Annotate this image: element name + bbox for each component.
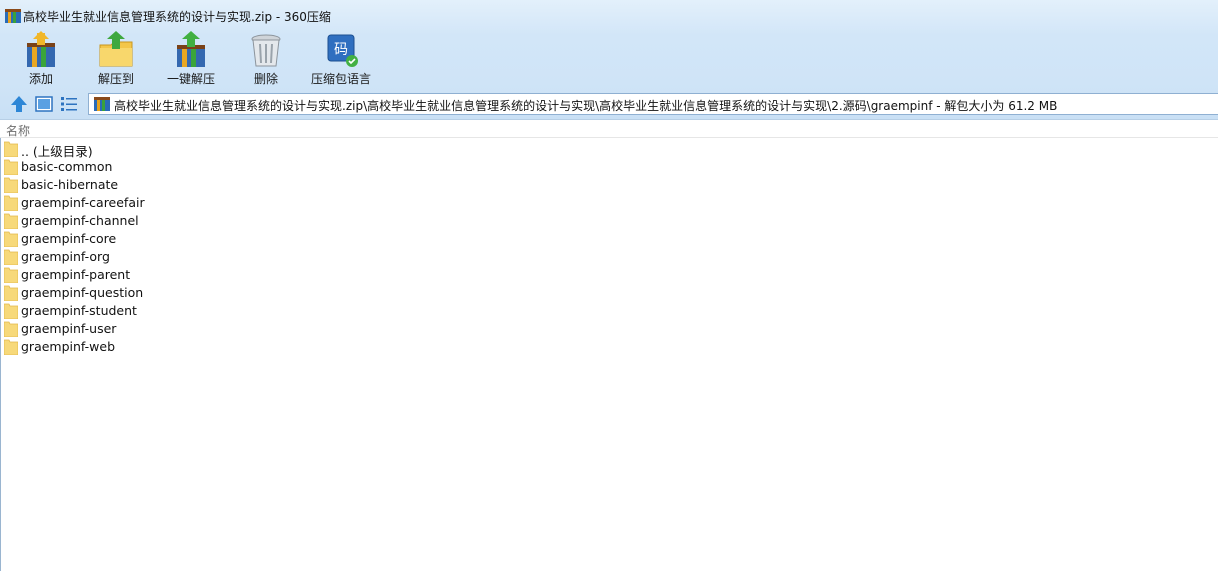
add-label: 添加 bbox=[28, 72, 53, 86]
list-item[interactable]: graempinf-core bbox=[0, 230, 400, 248]
add-archive-icon bbox=[27, 31, 55, 67]
file-name: graempinf-careefair bbox=[21, 195, 145, 210]
folder-icon bbox=[4, 249, 18, 265]
archive-language-button[interactable]: 码 压缩包语言 bbox=[306, 30, 376, 88]
thumbnail-view-icon[interactable] bbox=[34, 94, 54, 114]
folder-icon bbox=[4, 303, 18, 319]
extract-to-label: 解压到 bbox=[97, 72, 134, 86]
list-item[interactable]: graempinf-student bbox=[0, 302, 400, 320]
delete-trash-icon bbox=[251, 34, 281, 67]
file-name: basic-common bbox=[21, 159, 113, 174]
delete-button[interactable]: 删除 bbox=[231, 30, 301, 88]
file-name: basic-hibernate bbox=[21, 177, 119, 192]
list-item[interactable]: graempinf-channel bbox=[0, 212, 400, 230]
folder-icon bbox=[4, 231, 18, 247]
extract-to-icon bbox=[99, 31, 133, 67]
window-title: 高校毕业生就业信息管理系统的设计与实现.zip - 360压缩 bbox=[23, 10, 331, 24]
folder-icon bbox=[4, 267, 18, 283]
address-bar[interactable]: 高校毕业生就业信息管理系统的设计与实现.zip\高校毕业生就业信息管理系统的设计… bbox=[88, 93, 1218, 115]
list-item[interactable]: graempinf-careefair bbox=[0, 194, 400, 212]
navigation-row: 高校毕业生就业信息管理系统的设计与实现.zip\高校毕业生就业信息管理系统的设计… bbox=[0, 92, 1218, 116]
list-item[interactable]: graempinf-org bbox=[0, 248, 400, 266]
folder-icon bbox=[4, 213, 18, 229]
file-name: graempinf-parent bbox=[21, 267, 131, 282]
one-click-extract-label: 一键解压 bbox=[166, 72, 215, 86]
file-name: graempinf-org bbox=[21, 249, 110, 264]
list-item[interactable]: graempinf-user bbox=[0, 320, 400, 338]
address-path: 高校毕业生就业信息管理系统的设计与实现.zip\高校毕业生就业信息管理系统的设计… bbox=[114, 99, 1058, 113]
archive-icon bbox=[94, 97, 110, 111]
title-bar: 高校毕业生就业信息管理系统的设计与实现.zip - 360压缩 bbox=[0, 0, 1218, 30]
file-name: graempinf-user bbox=[21, 321, 117, 336]
column-name-header[interactable]: 名称 bbox=[6, 122, 30, 139]
list-item[interactable]: graempinf-parent bbox=[0, 266, 400, 284]
folder-icon bbox=[4, 177, 18, 193]
list-item[interactable]: basic-hibernate bbox=[0, 176, 400, 194]
extract-to-button[interactable]: 解压到 bbox=[81, 30, 151, 88]
folder-icon bbox=[4, 339, 18, 355]
list-item[interactable]: basic-common bbox=[0, 158, 400, 176]
list-view-icon[interactable] bbox=[59, 94, 79, 114]
add-button[interactable]: 添加 bbox=[6, 30, 76, 88]
file-name: graempinf-student bbox=[21, 303, 137, 318]
archive-language-label: 压缩包语言 bbox=[310, 72, 371, 86]
file-name: graempinf-channel bbox=[21, 213, 139, 228]
folder-icon bbox=[4, 141, 18, 157]
file-name: graempinf-core bbox=[21, 231, 117, 246]
one-click-extract-button[interactable]: 一键解压 bbox=[156, 30, 226, 88]
up-arrow-icon[interactable] bbox=[9, 94, 29, 114]
window-chrome: 高校毕业生就业信息管理系统的设计与实现.zip - 360压缩 添加 解压到 一… bbox=[0, 0, 1218, 120]
toolbar: 添加 解压到 一键解压 删除 码 压缩包语言 bbox=[0, 30, 1218, 90]
list-item[interactable]: .. (上级目录) bbox=[0, 140, 400, 159]
folder-icon bbox=[4, 321, 18, 337]
list-item[interactable]: graempinf-web bbox=[0, 338, 400, 356]
svg-text:码: 码 bbox=[334, 42, 348, 58]
file-list: .. (上级目录) basic-common basic-hibernate g… bbox=[0, 140, 1218, 356]
file-name: graempinf-question bbox=[21, 285, 144, 300]
one-click-extract-icon bbox=[177, 31, 205, 67]
file-name: graempinf-web bbox=[21, 339, 116, 354]
app-archive-icon bbox=[5, 9, 21, 23]
archive-language-icon: 码 bbox=[327, 34, 358, 67]
column-header: 名称 bbox=[0, 120, 1218, 138]
delete-label: 删除 bbox=[253, 72, 278, 86]
list-item[interactable]: graempinf-question bbox=[0, 284, 400, 302]
folder-icon bbox=[4, 285, 18, 301]
folder-icon bbox=[4, 159, 18, 175]
folder-icon bbox=[4, 195, 18, 211]
